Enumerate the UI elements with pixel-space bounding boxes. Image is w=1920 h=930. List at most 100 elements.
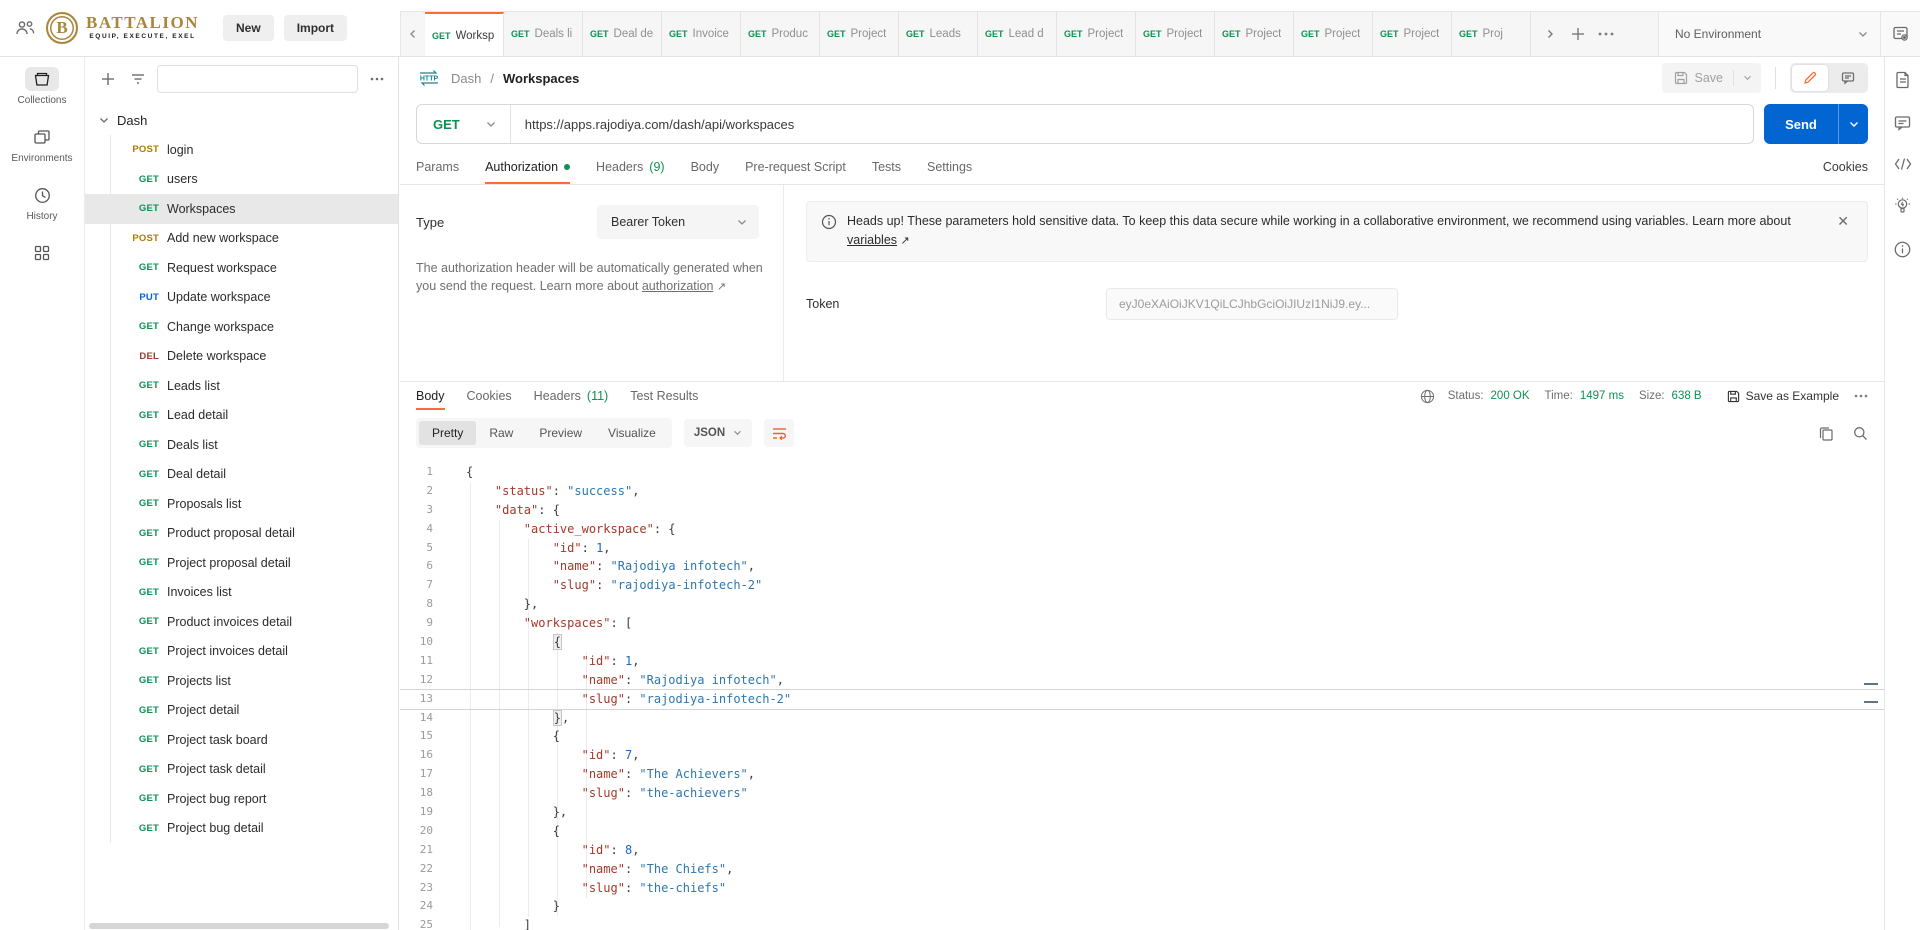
response-body-viewer[interactable]: 1{2 "status": "success",3 "data": {4 "ac… xyxy=(400,456,1884,930)
time-value[interactable]: 1497 ms xyxy=(1580,390,1624,402)
view-mode-preview[interactable]: Preview xyxy=(526,421,595,445)
request-item[interactable]: GETProduct invoices detail xyxy=(85,607,398,637)
code-snippet-icon[interactable] xyxy=(1894,157,1912,171)
token-input[interactable]: eyJ0eXAiOiJKV1QiLCJhbGciOiJIUzI1NiJ9.ey.… xyxy=(1106,288,1398,320)
response-tab-cookies[interactable]: Cookies xyxy=(467,382,512,410)
request-item[interactable]: GETProjects list xyxy=(85,666,398,696)
request-item[interactable]: GETProject task board xyxy=(85,725,398,755)
edit-mode-button[interactable] xyxy=(1792,65,1828,91)
save-options-chevron-icon[interactable] xyxy=(1733,70,1761,86)
request-item[interactable]: GETLead detail xyxy=(85,401,398,431)
request-item[interactable]: GETRequest workspace xyxy=(85,253,398,283)
documentation-icon[interactable] xyxy=(1895,71,1911,89)
request-tab-13[interactable]: GETProject xyxy=(1373,12,1452,56)
request-item[interactable]: GETProposals list xyxy=(85,489,398,519)
request-item[interactable]: GETLeads list xyxy=(85,371,398,401)
new-tab-icon[interactable] xyxy=(1565,21,1591,47)
save-as-example-button[interactable]: Save as Example xyxy=(1727,389,1839,403)
request-tab-4[interactable]: GETInvoice xyxy=(662,12,741,56)
search-response-icon[interactable] xyxy=(1853,426,1868,441)
cookies-link[interactable]: Cookies xyxy=(1823,160,1868,174)
response-tab-headers[interactable]: Headers(11) xyxy=(534,382,609,410)
request-tab-6[interactable]: GETProject xyxy=(820,12,899,56)
team-icon[interactable] xyxy=(14,19,36,37)
sidebar-item-environments[interactable]: Environments xyxy=(0,115,84,173)
response-tab-test-results[interactable]: Test Results xyxy=(630,382,698,410)
request-item[interactable]: GETProject invoices detail xyxy=(85,637,398,667)
wrap-line-button[interactable] xyxy=(764,419,794,447)
request-item[interactable]: GETProject detail xyxy=(85,696,398,726)
tabs-scroll-right-icon[interactable] xyxy=(1537,21,1563,47)
sidebar-horizontal-scrollbar[interactable] xyxy=(89,923,389,929)
request-item[interactable]: GETDeal detail xyxy=(85,460,398,490)
request-tab-5[interactable]: GETProduc xyxy=(741,12,820,56)
request-item[interactable]: GETChange workspace xyxy=(85,312,398,342)
add-collection-icon[interactable] xyxy=(97,68,119,90)
request-tab-10[interactable]: GETProject xyxy=(1136,12,1215,56)
request-tab-12[interactable]: GETProject xyxy=(1294,12,1373,56)
tab-body[interactable]: Body xyxy=(691,149,720,184)
related-requests-icon[interactable] xyxy=(1894,197,1911,215)
request-item[interactable]: GETusers xyxy=(85,165,398,195)
auth-type-selector[interactable]: Bearer Token xyxy=(597,205,759,239)
request-item[interactable]: GETDeals list xyxy=(85,430,398,460)
response-more-options-icon[interactable] xyxy=(1854,394,1868,398)
request-tab-3[interactable]: GETDeal de xyxy=(583,12,662,56)
request-tab-7[interactable]: GETLeads xyxy=(899,12,978,56)
comments-icon[interactable] xyxy=(1894,115,1911,131)
breadcrumb-request-name[interactable]: Workspaces xyxy=(503,71,579,86)
request-tab-8[interactable]: GETLead d xyxy=(978,12,1057,56)
request-item[interactable]: GETProject task detail xyxy=(85,755,398,785)
variables-link[interactable]: variables xyxy=(847,233,897,247)
view-mode-visualize[interactable]: Visualize xyxy=(595,421,669,445)
request-tab-9[interactable]: GETProject xyxy=(1057,12,1136,56)
size-value[interactable]: 638 B xyxy=(1672,390,1702,402)
request-tab-1[interactable]: GETWorksp xyxy=(425,12,504,56)
tab-pre-request-script[interactable]: Pre-request Script xyxy=(745,149,846,184)
request-item[interactable]: POSTlogin xyxy=(85,135,398,165)
new-button[interactable]: New xyxy=(223,15,274,41)
request-item[interactable]: GETProduct proposal detail xyxy=(85,519,398,549)
request-tab-14[interactable]: GETProj xyxy=(1452,12,1531,56)
tab-options-icon[interactable] xyxy=(1593,21,1619,47)
environment-selector[interactable]: No Environment xyxy=(1659,27,1880,41)
response-format-selector[interactable]: JSON xyxy=(684,419,752,447)
tabs-scroll-left-icon[interactable] xyxy=(401,12,425,56)
sidebar-more-options-icon[interactable] xyxy=(366,68,388,90)
comments-button[interactable] xyxy=(1830,65,1866,91)
request-item[interactable]: GETProject bug report xyxy=(85,784,398,814)
banner-close-icon[interactable]: ✕ xyxy=(1833,212,1853,230)
tab-headers[interactable]: Headers(9) xyxy=(596,149,665,184)
breadcrumb-collection[interactable]: Dash xyxy=(451,71,481,86)
environment-quick-look-icon[interactable] xyxy=(1880,12,1920,57)
sidebar-item-more[interactable] xyxy=(0,231,84,274)
collection-dash[interactable]: Dash xyxy=(85,105,398,135)
send-options-chevron-icon[interactable] xyxy=(1838,104,1868,144)
sidebar-search-input[interactable] xyxy=(157,65,358,93)
request-item[interactable]: GETProject proposal detail xyxy=(85,548,398,578)
request-tab-11[interactable]: GETProject xyxy=(1215,12,1294,56)
request-item[interactable]: PUTUpdate workspace xyxy=(85,283,398,313)
filter-icon[interactable] xyxy=(127,68,149,90)
view-mode-pretty[interactable]: Pretty xyxy=(419,421,476,445)
tab-params[interactable]: Params xyxy=(416,149,459,184)
sidebar-item-collections[interactable]: Collections xyxy=(0,57,84,115)
tab-tests[interactable]: Tests xyxy=(872,149,901,184)
status-value[interactable]: 200 OK xyxy=(1491,390,1530,402)
request-item[interactable]: GETInvoices list xyxy=(85,578,398,608)
import-button[interactable]: Import xyxy=(284,15,347,41)
save-button[interactable]: Save xyxy=(1662,63,1762,93)
sidebar-item-history[interactable]: History xyxy=(0,173,84,231)
request-url-input[interactable]: https://apps.rajodiya.com/dash/api/works… xyxy=(511,117,795,132)
send-button[interactable]: Send xyxy=(1764,104,1838,144)
request-item[interactable]: GETWorkspaces xyxy=(85,194,398,224)
request-item[interactable]: DELDelete workspace xyxy=(85,342,398,372)
copy-response-icon[interactable] xyxy=(1819,426,1833,441)
tab-settings[interactable]: Settings xyxy=(927,149,972,184)
request-item[interactable]: GETProject bug detail xyxy=(85,814,398,844)
info-icon[interactable] xyxy=(1894,241,1911,258)
request-tab-2[interactable]: GETDeals li xyxy=(504,12,583,56)
method-selector[interactable]: GET xyxy=(417,117,510,132)
response-tab-body[interactable]: Body xyxy=(416,382,445,410)
request-item[interactable]: POSTAdd new workspace xyxy=(85,224,398,254)
